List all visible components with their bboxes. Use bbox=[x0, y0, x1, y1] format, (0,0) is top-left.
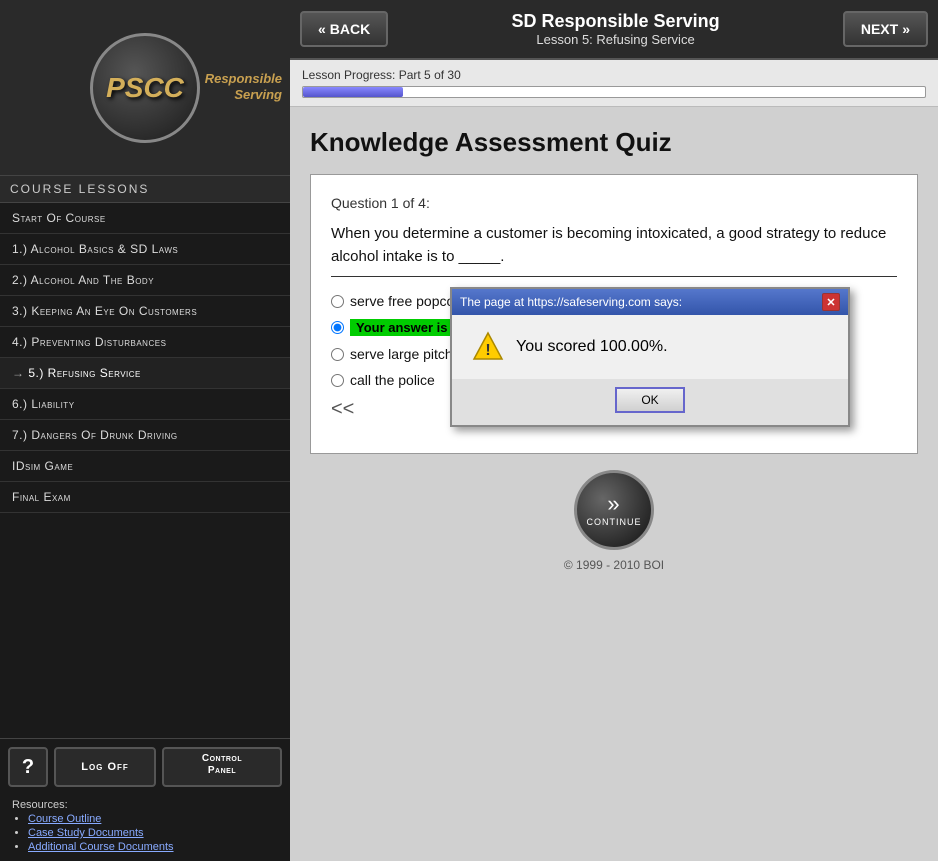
svg-text:!: ! bbox=[485, 342, 490, 359]
resource-link-additional-course-documents[interactable]: Additional Course Documents bbox=[28, 841, 278, 853]
course-lessons-header: Course Lessons bbox=[0, 175, 290, 203]
sidebar-item-start[interactable]: Start Of Course bbox=[0, 203, 290, 234]
resources-list: Course Outline Case Study Documents Additi… bbox=[12, 813, 278, 853]
dialog-overlay: The page at https://safeserving.com says… bbox=[450, 287, 850, 427]
dialog-title: The page at https://safeserving.com says… bbox=[460, 295, 682, 309]
radio-a3[interactable] bbox=[331, 348, 344, 361]
back-button[interactable]: « BACK bbox=[300, 11, 388, 47]
dialog-close-button[interactable]: ✕ bbox=[822, 293, 840, 311]
resource-link-case-study-documents[interactable]: Case Study Documents bbox=[28, 827, 278, 839]
resource-link-course-outline[interactable]: Course Outline bbox=[28, 813, 278, 825]
double-left-arrow-icon: « bbox=[318, 21, 326, 37]
sidebar-item-lesson3[interactable]: 3.) Keeping An Eye On Customers bbox=[0, 296, 290, 327]
sidebar: PSCC Responsible Serving Course Lessons … bbox=[0, 0, 290, 861]
progress-label: Lesson Progress: Part 5 of 30 bbox=[302, 68, 926, 82]
next-button[interactable]: NEXT » bbox=[843, 11, 928, 47]
sidebar-item-lesson1[interactable]: 1.) Alcohol Basics & SD Laws bbox=[0, 234, 290, 265]
dialog-titlebar: The page at https://safeserving.com says… bbox=[452, 289, 848, 315]
progress-track bbox=[302, 86, 926, 98]
sidebar-bottom: ? Log Off ControlPanel Resources: Course… bbox=[0, 738, 290, 861]
dialog-message: You scored 100.00%. bbox=[516, 338, 668, 356]
continue-button-area: » CONTINUE bbox=[310, 470, 918, 550]
sidebar-item-final[interactable]: Final Exam bbox=[0, 482, 290, 513]
help-button[interactable]: ? bbox=[8, 747, 48, 787]
question-text: When you determine a customer is becomin… bbox=[331, 223, 897, 277]
logo-pscc-text: PSCC bbox=[106, 74, 184, 102]
dialog-body: ! You scored 100.00%. bbox=[452, 315, 848, 379]
top-nav: « BACK SD Responsible Serving Lesson 5: … bbox=[290, 0, 938, 60]
radio-a4[interactable] bbox=[331, 374, 344, 387]
resources-section: Resources: Course OutlineCase Study Docu… bbox=[8, 795, 282, 853]
answer-text-a4: call the police bbox=[350, 372, 435, 388]
question-header: Question 1 of 4: bbox=[331, 195, 897, 211]
quiz-title: Knowledge Assessment Quiz bbox=[310, 127, 918, 158]
dialog-footer: OK bbox=[452, 379, 848, 425]
course-title: SD Responsible Serving bbox=[398, 11, 833, 32]
logo-circle: PSCC bbox=[90, 33, 200, 143]
sidebar-item-idsim[interactable]: IDsim Game bbox=[0, 451, 290, 482]
warning-icon: ! bbox=[472, 331, 504, 363]
progress-fill bbox=[303, 87, 403, 97]
sidebar-item-lesson2[interactable]: 2.) Alcohol And The Body bbox=[0, 265, 290, 296]
ok-button[interactable]: OK bbox=[615, 387, 684, 413]
control-panel-button[interactable]: ControlPanel bbox=[162, 747, 282, 787]
sidebar-item-lesson7[interactable]: 7.) Dangers Of Drunk Driving bbox=[0, 420, 290, 451]
continue-label: CONTINUE bbox=[587, 517, 642, 527]
main-content: « BACK SD Responsible Serving Lesson 5: … bbox=[290, 0, 938, 861]
content-area: Knowledge Assessment Quiz Question 1 of … bbox=[290, 107, 938, 861]
sidebar-logo: PSCC Responsible Serving bbox=[0, 0, 290, 175]
footer-copyright: © 1999 - 2010 BOI bbox=[310, 550, 918, 580]
course-title-area: SD Responsible Serving Lesson 5: Refusin… bbox=[398, 11, 833, 47]
radio-a1[interactable] bbox=[331, 295, 344, 308]
sidebar-item-lesson5[interactable]: → 5.) Refusing Service bbox=[0, 358, 290, 389]
continue-arrows-icon: » bbox=[607, 493, 620, 515]
sidebar-item-lesson4[interactable]: 4.) Preventing Disturbances bbox=[0, 327, 290, 358]
radio-a2[interactable] bbox=[331, 321, 344, 334]
progress-bar-section: Lesson Progress: Part 5 of 30 bbox=[290, 60, 938, 107]
lesson-subtitle: Lesson 5: Refusing Service bbox=[398, 32, 833, 47]
continue-button[interactable]: » CONTINUE bbox=[574, 470, 654, 550]
logo-subtitle: Responsible Serving bbox=[205, 71, 282, 105]
bottom-buttons: ? Log Off ControlPanel bbox=[8, 747, 282, 787]
double-right-arrow-icon: » bbox=[902, 21, 910, 37]
logoff-button[interactable]: Log Off bbox=[54, 747, 156, 787]
nav-items: Start Of Course1.) Alcohol Basics & SD L… bbox=[0, 203, 290, 738]
sidebar-item-lesson6[interactable]: 6.) Liability bbox=[0, 389, 290, 420]
